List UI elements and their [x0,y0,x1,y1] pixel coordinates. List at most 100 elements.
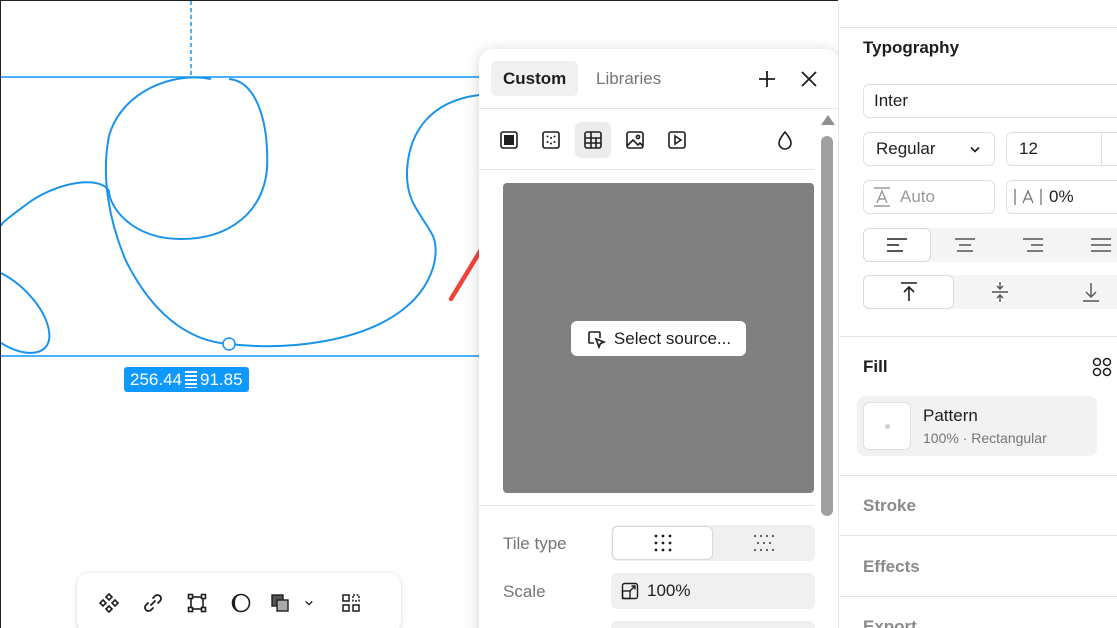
fill-title: Fill [863,357,888,376]
scroll-up-arrow-icon[interactable] [821,115,835,125]
video-fill-button[interactable] [659,122,695,158]
scroll-thumb[interactable] [821,136,833,516]
field-divider [1101,133,1102,165]
bottom-toolbar [77,573,401,628]
dimension-width: 256.44 [130,370,182,389]
mask-button[interactable] [219,583,263,623]
stroke-title[interactable]: Stroke [863,496,916,516]
dimension-badge: 256.44 91.85 [124,367,249,392]
design-canvas[interactable]: 256.44 91.85 Custom Libraries Select sou… [0,0,838,628]
cursor-select-icon [588,330,606,349]
letter-spacing-input[interactable]: 0% [1006,180,1117,214]
anchor-point [222,337,236,351]
solid-fill-button[interactable] [491,122,527,158]
more-icon [342,594,360,612]
scale-input[interactable]: 100% [611,573,815,609]
scale-value: 100% [647,581,691,600]
fill-styles-button[interactable] [1091,356,1113,378]
mask-icon [231,593,251,613]
letter-spacing-icon [1014,189,1042,205]
align-left-icon [887,238,907,252]
pattern-fill-icon [542,131,560,149]
boolean-icon [271,594,289,612]
tab-libraries[interactable]: Libraries [584,61,673,96]
align-right-icon [1023,238,1043,252]
blob-path-left [1,272,51,354]
align-top-button[interactable] [863,275,954,309]
blob-path-inner [1,78,269,241]
add-style-button[interactable] [754,66,780,92]
font-size-value: 12 [1019,139,1038,158]
font-style-value: Regular [876,139,936,158]
align-center-icon [955,238,975,252]
blend-drop-icon [778,130,792,150]
align-center-button[interactable] [931,228,999,262]
tile-type-grid-option[interactable] [612,526,713,560]
swatch-dot [885,424,890,429]
blob-path-outer [104,76,480,348]
video-fill-icon [668,131,686,149]
align-left-button[interactable] [863,228,931,262]
plus-icon [759,71,775,87]
line-height-icon [874,187,890,207]
image-fill-icon [626,131,644,149]
boolean-groups-button[interactable] [263,583,297,623]
pattern-swatch[interactable] [863,402,911,450]
font-style-select[interactable]: Regular [863,132,995,166]
font-size-input[interactable]: 12 [1006,132,1117,166]
additional-field[interactable] [611,621,815,628]
frame-icon [187,593,207,613]
picker-divider [479,505,814,506]
export-title[interactable]: Export [863,617,917,628]
horizontal-align-group [863,228,1117,262]
pattern-preview: Select source... [503,183,814,493]
boolean-dropdown-button[interactable] [297,583,321,623]
align-middle-button[interactable] [954,275,1045,309]
blend-mode-button[interactable] [767,122,803,158]
align-right-button[interactable] [999,228,1067,262]
dimension-separator-icon [185,371,197,388]
scale-label: Scale [503,582,546,601]
font-family-value: Inter [874,91,909,110]
scale-icon [621,582,639,600]
align-justify-button[interactable] [1067,228,1117,262]
font-family-select[interactable]: Inter [863,84,1117,118]
select-source-label: Select source... [613,328,732,348]
tile-type-segmented-control [611,525,815,561]
align-justify-icon [1091,238,1111,252]
link-button[interactable] [131,583,175,623]
letter-spacing-value: 0% [1049,187,1074,206]
vertical-align-group [863,275,1117,309]
line-height-placeholder: Auto [900,187,935,206]
grid-dots-icon [654,534,671,552]
align-bottom-button[interactable] [1045,275,1117,309]
tile-type-label: Tile type [503,534,567,553]
tab-custom[interactable]: Custom [491,61,579,96]
align-bottom-icon [1082,283,1099,302]
line-height-input[interactable]: Auto [863,180,995,214]
create-component-button[interactable] [87,583,131,623]
picker-header: Custom Libraries [479,49,838,109]
panel-divider [839,596,1117,597]
fill-type-row [479,110,814,170]
panel-divider [839,535,1117,536]
image-fill-button[interactable] [617,122,653,158]
component-icon [98,592,120,614]
pattern-fill-button[interactable] [533,122,569,158]
panel-divider [839,27,1117,28]
tile-type-offset-option[interactable] [713,526,814,560]
align-middle-icon [991,282,1008,302]
link-icon [144,594,162,612]
more-actions-button[interactable] [329,583,373,623]
panel-divider [839,336,1117,337]
picker-scrollbar[interactable] [821,111,835,521]
effects-title[interactable]: Effects [863,557,920,577]
chevron-down-icon [305,600,313,606]
select-source-button[interactable]: Select source... [571,321,746,356]
chevron-down-icon [970,146,980,153]
grid-fill-icon [584,131,602,149]
close-picker-button[interactable] [796,66,822,92]
grid-fill-button[interactable] [575,122,611,158]
frame-selection-button[interactable] [175,583,219,623]
fill-item[interactable]: Pattern 100% · Rectangular [857,396,1097,456]
